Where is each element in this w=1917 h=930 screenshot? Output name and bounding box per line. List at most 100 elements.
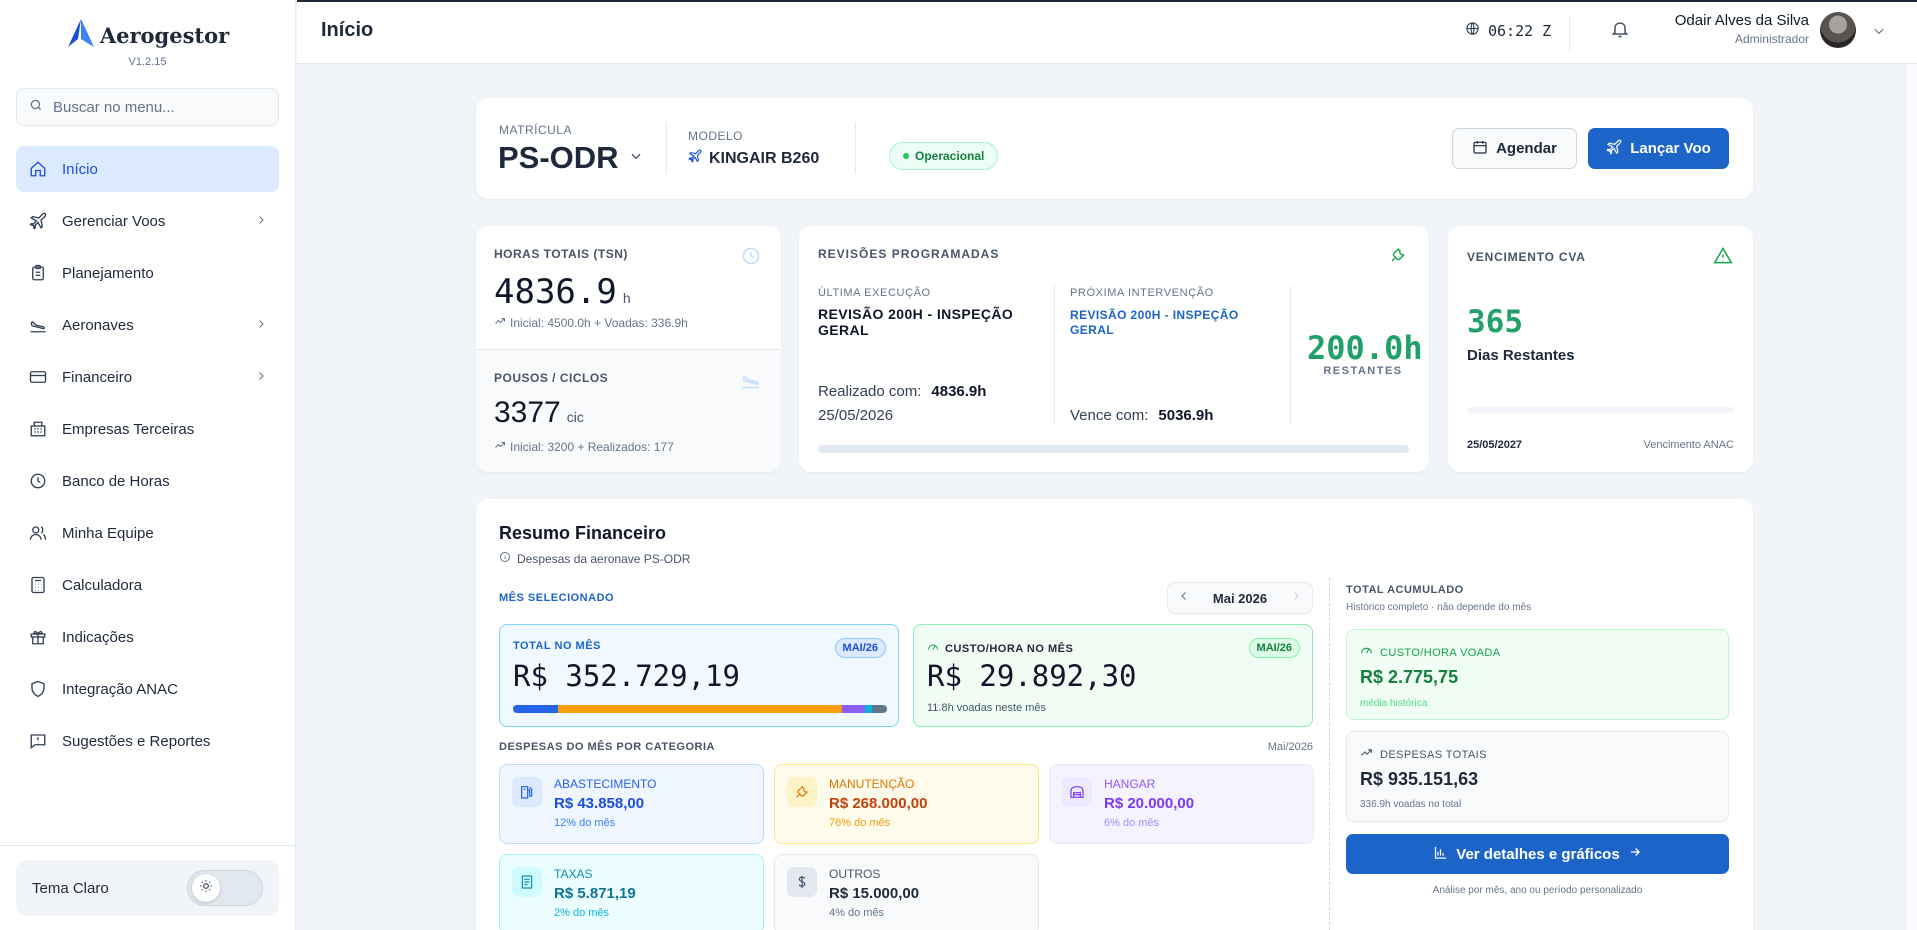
chevron-down-icon	[629, 149, 643, 168]
sidebar-item-label: Sugestões e Reportes	[62, 732, 211, 750]
sidebar-item-indicacoes[interactable]: Indicações	[16, 614, 279, 660]
sidebar-item-empresas-terceiras[interactable]: Empresas Terceiras	[16, 406, 279, 452]
user-info[interactable]: Odair Alves da Silva Administrador	[1669, 12, 1809, 46]
sidebar-item-inicio[interactable]: Início	[16, 146, 279, 192]
chevron-right-icon	[255, 213, 267, 230]
hours-unit: h	[622, 290, 631, 306]
prev-month-icon[interactable]	[1178, 589, 1190, 607]
cost-hour-card: CUSTO/HORA NO MÊS MAI/26 R$ 29.892,30 11…	[913, 624, 1313, 727]
revisions-title: REVISÕES PROGRAMADAS	[818, 247, 1000, 261]
matricula-label: MATRÍCULA	[499, 123, 572, 137]
sidebar-item-planejamento[interactable]: Planejamento	[16, 250, 279, 296]
month-value: Mai 2026	[1212, 590, 1268, 606]
cost-hour-label: CUSTO/HORA NO MÊS	[945, 643, 1074, 655]
matricula-value: PS-ODR	[498, 140, 619, 175]
sidebar-item-label: Indicações	[62, 628, 134, 646]
wrench-icon	[787, 777, 817, 807]
header-divider	[1569, 16, 1570, 50]
finance-card: Resumo Financeiro Despesas da aeronave P…	[476, 499, 1753, 930]
finance-title: Resumo Financeiro	[499, 523, 667, 543]
plane-landing-icon	[28, 315, 48, 335]
finance-subtitle: Despesas da aeronave PS-ODR	[499, 551, 690, 566]
category-share-bar	[513, 705, 887, 713]
acc-cost-value: R$ 2.775,75	[1360, 667, 1459, 687]
due-value: 5036.9h	[1158, 407, 1214, 424]
acc-total-card: DESPESAS TOTAIS R$ 935.151,63 336.9h voa…	[1346, 731, 1729, 822]
category-manutencao[interactable]: MANUTENÇÃO R$ 268.000,00 76% do mês	[774, 764, 1039, 844]
acc-cost-sub: média histórica	[1360, 698, 1428, 709]
theme-toggle[interactable]	[187, 870, 263, 906]
next-intervention-label: PRÓXIMA INTERVENÇÃO	[1070, 287, 1214, 299]
acc-cost-card: CUSTO/HORA VOADA R$ 2.775,75 média histó…	[1346, 629, 1729, 720]
trend-up-icon	[494, 315, 506, 330]
sun-icon	[199, 879, 213, 897]
notifications-bell-icon[interactable]	[1610, 19, 1630, 44]
category-value: R$ 5.871,19	[554, 885, 636, 902]
acc-cost-label-row: CUSTO/HORA VOADA	[1360, 644, 1501, 662]
app-version: V1.2.15	[128, 55, 167, 68]
sidebar-item-aeronaves[interactable]: Aeronaves	[16, 302, 279, 348]
divider	[855, 122, 856, 174]
category-outros[interactable]: OUTROS R$ 15.000,00 4% do mês	[774, 854, 1039, 930]
menu-search[interactable]	[16, 88, 279, 126]
menu-search-input[interactable]	[53, 98, 266, 116]
category-abastecimento[interactable]: ABASTECIMENTO R$ 43.858,00 12% do mês	[499, 764, 764, 844]
brand: Aerogestor V1.2.15	[0, 0, 295, 74]
category-name: ABASTECIMENTO	[554, 777, 657, 791]
category-name: HANGAR	[1104, 777, 1156, 791]
category-hangar[interactable]: HANGAR R$ 20.000,00 6% do mês	[1049, 764, 1314, 844]
last-execution-label: ÚLTIMA EXECUÇÃO	[818, 287, 931, 299]
categories-label: DESPESAS DO MÊS POR CATEGORIA	[499, 741, 715, 753]
sidebar-item-banco-de-horas[interactable]: Banco de Horas	[16, 458, 279, 504]
sidebar-item-label: Banco de Horas	[62, 472, 170, 490]
divider	[1329, 578, 1330, 930]
credit-card-icon	[28, 367, 48, 387]
share-segment	[842, 705, 865, 713]
cva-days-label: Dias Restantes	[1467, 347, 1575, 364]
aircraft-selector[interactable]: PS-ODR	[498, 140, 643, 176]
lancar-voo-button[interactable]: Lançar Voo	[1588, 128, 1729, 169]
sidebar-item-integracao-anac[interactable]: Integração ANAC	[16, 666, 279, 712]
hours-sub-text: Inicial: 4500.0h + Voadas: 336.9h	[510, 315, 688, 330]
modelo: KINGAIR B260	[688, 149, 819, 168]
divider	[666, 122, 667, 174]
home-icon	[28, 159, 48, 179]
sidebar-item-sugestoes-reportes[interactable]: Sugestões e Reportes	[16, 718, 279, 764]
sidebar: Aerogestor V1.2.15 Início Gerenciar Voos…	[0, 0, 296, 930]
cva-note: Vencimento ANAC	[1643, 439, 1735, 451]
warning-icon	[1713, 246, 1733, 271]
category-taxas[interactable]: TAXAS R$ 5.871,19 2% do mês	[499, 854, 764, 930]
avatar[interactable]	[1820, 12, 1856, 48]
next-month-icon[interactable]	[1290, 589, 1302, 607]
sidebar-item-financeiro[interactable]: Financeiro	[16, 354, 279, 400]
category-name: OUTROS	[829, 867, 881, 881]
wrench-icon	[1389, 246, 1407, 269]
plane-landing-icon	[741, 370, 761, 395]
info-icon	[499, 551, 511, 566]
total-month-label: TOTAL NO MÊS	[513, 640, 601, 652]
scrollbar[interactable]	[1905, 64, 1917, 930]
acc-sub: Histórico completo · não depende do mês	[1346, 602, 1532, 613]
landings-unit: cic	[566, 409, 584, 425]
category-name: MANUTENÇÃO	[829, 777, 915, 791]
chevron-down-icon[interactable]	[1872, 24, 1886, 43]
details-button[interactable]: Ver detalhes e gráficos	[1346, 834, 1729, 874]
sidebar-item-minha-equipe[interactable]: Minha Equipe	[16, 510, 279, 556]
agendar-label: Agendar	[1496, 140, 1557, 157]
agendar-button[interactable]: Agendar	[1452, 128, 1577, 169]
share-segment	[872, 705, 887, 713]
building-icon	[28, 419, 48, 439]
dollar-icon	[787, 867, 817, 897]
gift-icon	[28, 627, 48, 647]
sidebar-item-label: Minha Equipe	[62, 524, 154, 542]
theme-switcher: Tema Claro	[16, 860, 279, 916]
trend-up-icon	[1360, 746, 1373, 764]
sidebar-item-calculadora[interactable]: Calculadora	[16, 562, 279, 608]
message-alert-icon	[28, 731, 48, 751]
calendar-icon	[1472, 139, 1488, 159]
hangar-icon	[1062, 777, 1092, 807]
sidebar-item-label: Integração ANAC	[62, 680, 178, 698]
hours-card: HORAS TOTAIS (TSN) 4836.9 h Inicial: 450…	[476, 226, 781, 472]
total-month-card: TOTAL NO MÊS MAI/26 R$ 352.729,19	[499, 624, 899, 727]
sidebar-item-gerenciar-voos[interactable]: Gerenciar Voos	[16, 198, 279, 244]
